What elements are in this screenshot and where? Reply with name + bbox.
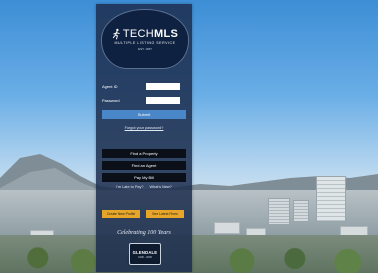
latest-firms-button[interactable]: See Latest Firms	[146, 210, 184, 218]
glendale-title: GLENDALE	[132, 249, 158, 255]
office-tower	[316, 176, 346, 222]
create-profile-button[interactable]: Create New Profile	[102, 210, 140, 218]
glendale-subtitle: 1906 - 2006	[138, 255, 152, 259]
runner-icon	[112, 28, 120, 39]
password-row: Password	[102, 97, 180, 104]
agent-id-label: Agent ID	[102, 84, 118, 89]
login-page: TECHMLS MULTIPLE LISTING SERVICE EST. 19…	[0, 0, 378, 273]
find-agent-button[interactable]: Find an Agent	[102, 161, 186, 170]
glendale-logo: GLENDALE 1906 - 2006	[129, 243, 161, 265]
building	[293, 200, 309, 222]
agent-id-input[interactable]	[146, 83, 180, 90]
pay-bill-button[interactable]: Pay My Bill	[102, 173, 186, 182]
building	[268, 198, 290, 225]
find-property-button[interactable]: Find a Property	[102, 149, 186, 158]
logo-tagline: MULTIPLE LISTING SERVICE	[114, 40, 176, 45]
logo-row: TECHMLS	[112, 28, 178, 40]
agent-id-row: Agent ID	[102, 83, 180, 90]
logo-wordmark: TECHMLS	[123, 28, 178, 40]
logo-wordmark-bold: MLS	[154, 27, 179, 40]
techmls-logo: TECHMLS MULTIPLE LISTING SERVICE EST. 19…	[101, 9, 189, 69]
password-label: Password	[102, 98, 120, 103]
whats-new-link[interactable]: What's New?	[150, 185, 172, 189]
help-links: I'm Late to Pay? What's New?	[96, 185, 192, 189]
building	[214, 222, 240, 234]
logo-wordmark-light: TECH	[122, 27, 155, 40]
password-input[interactable]	[146, 97, 180, 104]
login-panel: TECHMLS MULTIPLE LISTING SERVICE EST. 19…	[96, 4, 192, 272]
logo-established: EST. 1957	[138, 46, 152, 51]
forgot-password-link[interactable]: Forgot your password?	[96, 126, 192, 130]
celebration-text: Celebrating 100 Years	[117, 230, 171, 236]
submit-button[interactable]: Submit	[102, 110, 186, 119]
late-to-pay-link[interactable]: I'm Late to Pay?	[116, 185, 143, 189]
